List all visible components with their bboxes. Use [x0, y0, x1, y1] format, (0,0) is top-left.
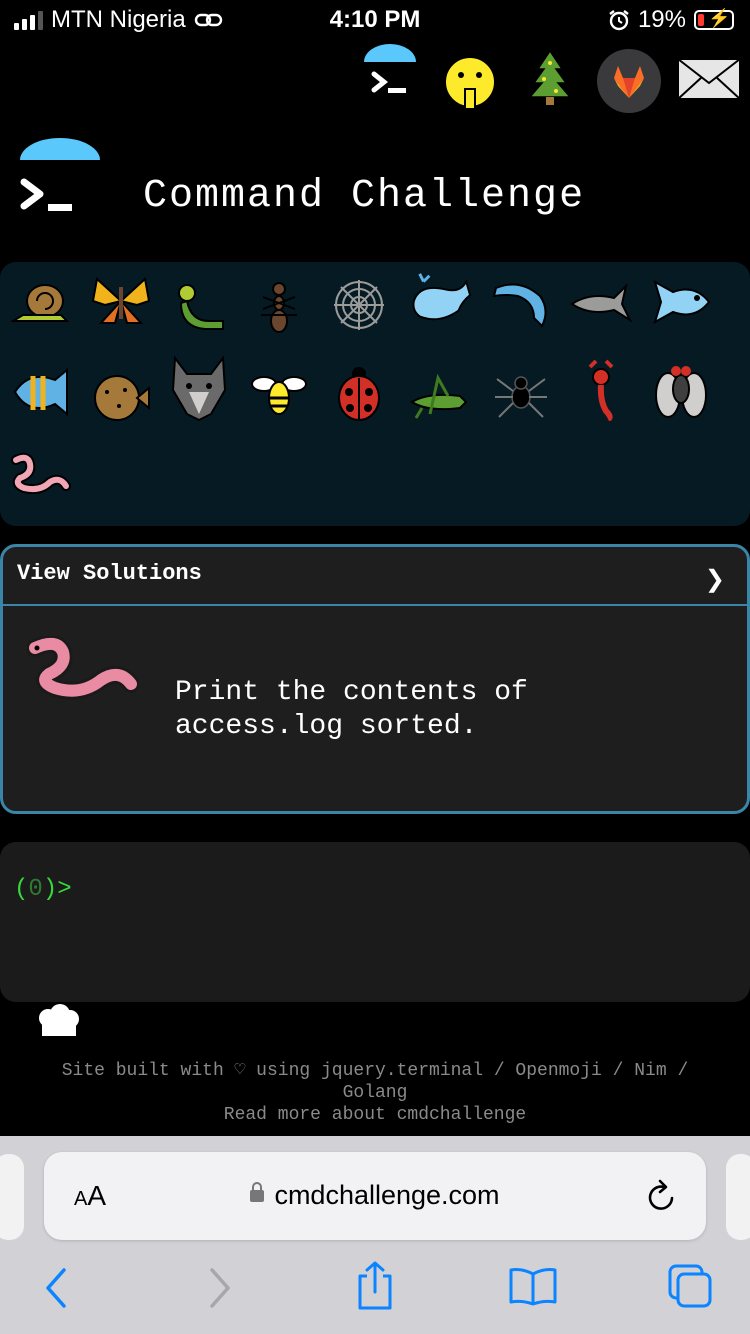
- address-bar[interactable]: AA cmdchallenge.com: [44, 1152, 706, 1240]
- status-bar: MTN Nigeria 4:10 PM 19% ⚡: [0, 0, 750, 40]
- worm-icon: [27, 636, 139, 700]
- gitlab-icon[interactable]: [596, 48, 662, 114]
- next-tab[interactable]: [726, 1154, 750, 1240]
- shushing-face-icon[interactable]: [440, 52, 500, 112]
- spider-badge-icon[interactable]: [490, 362, 552, 424]
- battery-icon: ⚡: [694, 8, 734, 30]
- chef-hat-icon: [39, 1004, 79, 1036]
- tabs-icon[interactable]: [666, 1262, 716, 1310]
- safari-nav-row: [0, 1258, 750, 1318]
- page-title: Command Challenge: [143, 174, 586, 219]
- terminal-prompt: (0)>: [14, 876, 72, 903]
- scorpion-badge-icon[interactable]: [570, 358, 632, 421]
- prompt-open-paren: (: [14, 876, 29, 903]
- alarm-icon: [609, 10, 629, 31]
- shark-badge-icon[interactable]: [570, 274, 632, 336]
- safari-toolbar: AA cmdchallenge.com: [0, 1136, 750, 1334]
- url-text: cmdchallenge.com: [274, 1180, 500, 1210]
- ladybug-badge-icon[interactable]: [328, 362, 390, 424]
- terminal-input-area[interactable]: (0)>: [0, 842, 750, 1002]
- blowfish-badge-icon[interactable]: [90, 366, 152, 428]
- terminal-logo-icon[interactable]: [18, 138, 102, 228]
- status-right: 19% ⚡: [608, 6, 734, 34]
- correct-count: 0: [28, 876, 43, 903]
- url-display[interactable]: cmdchallenge.com: [44, 1180, 706, 1211]
- dolphin-badge-icon[interactable]: [490, 274, 552, 336]
- page-header: Command Challenge: [0, 138, 750, 248]
- read-more-link[interactable]: Read more about cmdchallenge: [0, 1104, 750, 1126]
- challenge-description: Print the contents of access.log sorted.: [175, 677, 528, 742]
- caterpillar-badge-icon[interactable]: [168, 276, 230, 338]
- forward-icon[interactable]: [202, 1266, 236, 1310]
- envelope-icon[interactable]: [676, 54, 742, 104]
- view-solutions-toggle[interactable]: View Solutions ❯: [3, 547, 747, 606]
- cmdchallenge-logo-icon[interactable]: [360, 44, 420, 104]
- spider-web-badge-icon[interactable]: [328, 274, 390, 336]
- reload-icon[interactable]: [644, 1176, 680, 1216]
- ant-badge-icon[interactable]: [248, 276, 310, 338]
- bookmarks-icon[interactable]: [508, 1266, 558, 1306]
- back-icon[interactable]: [40, 1266, 74, 1310]
- fish-badge-icon[interactable]: [650, 272, 712, 334]
- challenge-card: View Solutions ❯ Print the contents of a…: [0, 544, 750, 814]
- prompt-close: )>: [42, 876, 72, 903]
- snail-badge-icon[interactable]: [10, 274, 72, 336]
- top-icon-row: [350, 44, 750, 124]
- wolf-badge-icon[interactable]: [168, 356, 230, 422]
- footer-credits: Site built with ♡ using jquery.terminal …: [61, 1061, 689, 1081]
- worm-badge-icon[interactable]: [10, 446, 72, 508]
- tree-icon[interactable]: [520, 48, 580, 108]
- cricket-badge-icon[interactable]: [408, 366, 470, 428]
- bee-badge-icon[interactable]: [248, 362, 310, 424]
- share-icon[interactable]: [354, 1260, 396, 1312]
- footer-credits-cont: Golang: [342, 1083, 408, 1103]
- tropical-fish-badge-icon[interactable]: [10, 362, 72, 424]
- badges-panel: [0, 262, 750, 526]
- view-solutions-label: View Solutions: [17, 561, 202, 586]
- lock-icon: [250, 1182, 265, 1202]
- site-footer: Site built with ♡ using jquery.terminal …: [0, 1060, 750, 1126]
- chevron-right-icon: ❯: [704, 566, 725, 593]
- butterfly-badge-icon[interactable]: [90, 270, 152, 332]
- fly-badge-icon[interactable]: [650, 360, 712, 422]
- previous-tab[interactable]: [0, 1154, 24, 1240]
- challenge-body: Print the contents of access.log sorted.: [3, 606, 747, 811]
- whale-badge-icon[interactable]: [410, 268, 472, 330]
- battery-percent: 19%: [637, 6, 686, 33]
